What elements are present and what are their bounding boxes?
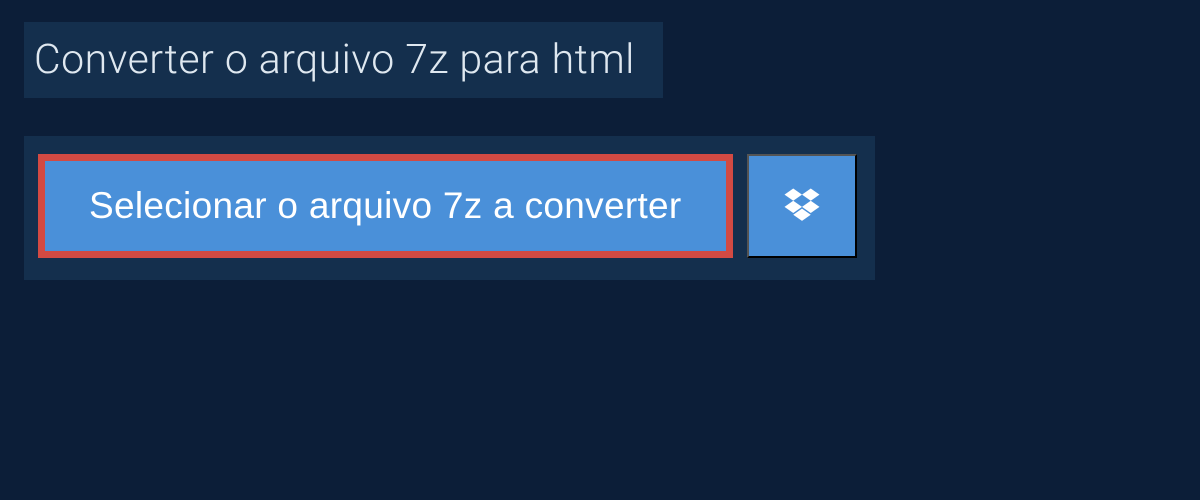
select-file-button[interactable]: Selecionar o arquivo 7z a converter [38, 154, 733, 258]
page-title: Converter o arquivo 7z para html [34, 36, 635, 84]
dropbox-button[interactable] [747, 154, 857, 258]
header-bar: Converter o arquivo 7z para html [24, 22, 663, 98]
button-row: Selecionar o arquivo 7z a converter [24, 136, 875, 280]
main-container: Converter o arquivo 7z para html Selecio… [0, 0, 1200, 302]
dropbox-icon [781, 185, 823, 227]
